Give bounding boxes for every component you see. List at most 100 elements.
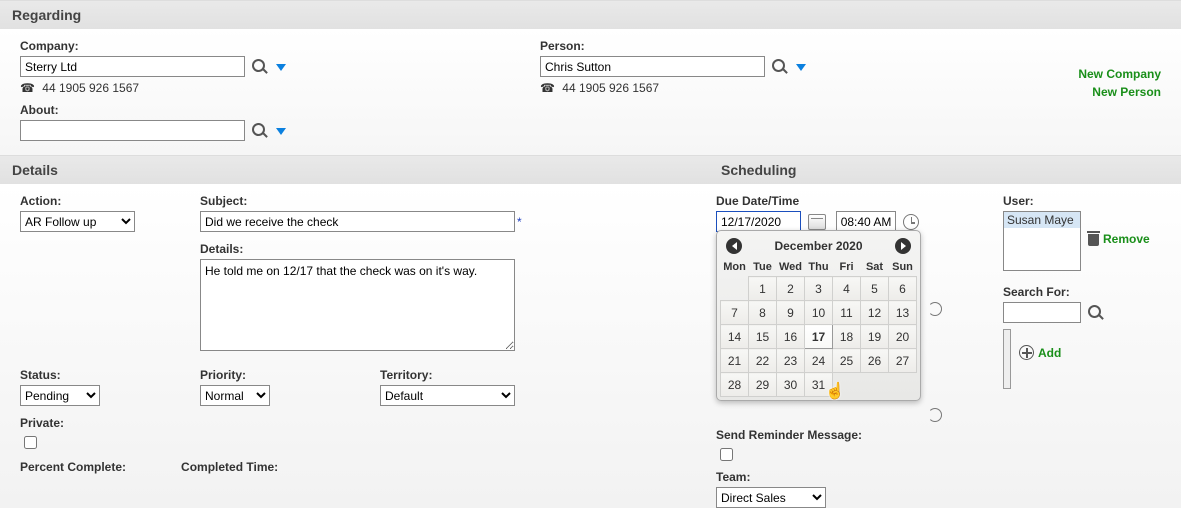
team-select[interactable]: Direct Sales [716, 487, 826, 508]
calendar-day[interactable]: 20 [889, 325, 917, 349]
company-label: Company: [20, 39, 320, 53]
company-input[interactable] [20, 56, 245, 77]
chevron-down-icon[interactable] [276, 64, 286, 71]
person-phone: 44 1905 926 1567 [562, 81, 659, 95]
search-icon[interactable] [1088, 305, 1104, 321]
calendar-day[interactable]: 22 [749, 349, 777, 373]
new-person-link[interactable]: New Person [1078, 85, 1161, 99]
priority-select[interactable]: Normal [200, 385, 270, 406]
percent-label: Percent Complete: [20, 460, 126, 474]
private-label: Private: [20, 416, 696, 430]
prev-month-button[interactable] [726, 238, 742, 254]
calendar-dow: Wed [777, 258, 805, 277]
user-listbox[interactable]: Susan Maye [1003, 211, 1081, 271]
chevron-down-icon[interactable] [276, 128, 286, 135]
due-time-input[interactable] [836, 211, 896, 232]
priority-label: Priority: [200, 368, 350, 382]
scheduling-header: Scheduling [709, 155, 1181, 184]
calendar-day[interactable]: 11 [833, 301, 861, 325]
calendar-day[interactable]: 4 [833, 277, 861, 301]
reminder-checkbox[interactable] [720, 448, 733, 461]
calendar-empty [889, 373, 917, 397]
company-phone: 44 1905 926 1567 [42, 81, 139, 95]
calendar-day[interactable]: 6 [889, 277, 917, 301]
calendar-day[interactable]: 10 [805, 301, 833, 325]
recurrence-icon[interactable] [928, 302, 944, 318]
calendar-day[interactable]: 30 [777, 373, 805, 397]
new-company-link[interactable]: New Company [1078, 67, 1161, 81]
calendar-day[interactable]: 23 [777, 349, 805, 373]
chevron-down-icon[interactable] [796, 64, 806, 71]
add-link[interactable]: Add [1038, 346, 1061, 360]
recurrence-icon[interactable] [928, 408, 944, 424]
calendar-empty [721, 277, 749, 301]
details-label: Details: [200, 242, 696, 256]
calendar-day[interactable]: 14 [721, 325, 749, 349]
calendar-day[interactable]: 3 [805, 277, 833, 301]
calendar-day[interactable]: 15 [749, 325, 777, 349]
scheduling-body: Due Date/Time December 2020 MonTueWedThu… [716, 184, 1181, 508]
calendar-day[interactable]: 19 [861, 325, 889, 349]
calendar-day[interactable]: 7 [721, 301, 749, 325]
calendar-icon[interactable] [808, 214, 826, 230]
reminder-label: Send Reminder Message: [716, 428, 991, 442]
due-label: Due Date/Time [716, 194, 991, 208]
action-select[interactable]: AR Follow up [20, 211, 135, 232]
search-icon[interactable] [252, 59, 268, 75]
due-date-input[interactable] [716, 211, 801, 232]
completed-label: Completed Time: [181, 460, 278, 474]
details-body: Action: AR Follow up Subject: * Details:… [0, 184, 716, 508]
status-select[interactable]: Pending [20, 385, 100, 406]
subject-input[interactable] [200, 211, 515, 232]
territory-select[interactable]: Default [380, 385, 515, 406]
calendar-day[interactable]: 25 [833, 349, 861, 373]
private-checkbox[interactable] [24, 436, 37, 449]
calendar-day[interactable]: 1 [749, 277, 777, 301]
calendar-day[interactable]: 8 [749, 301, 777, 325]
search-for-input[interactable] [1003, 302, 1081, 323]
calendar-dow: Tue [749, 258, 777, 277]
calendar-day[interactable]: 5 [861, 277, 889, 301]
calendar-day[interactable]: 26 [861, 349, 889, 373]
calendar-day[interactable]: 24 [805, 349, 833, 373]
remove-link[interactable]: Remove [1103, 232, 1150, 246]
next-month-button[interactable] [895, 238, 911, 254]
calendar-day[interactable]: 31 [805, 373, 833, 397]
calendar-day[interactable]: 16 [777, 325, 805, 349]
territory-label: Territory: [380, 368, 515, 382]
person-input[interactable] [540, 56, 765, 77]
trash-icon[interactable] [1087, 231, 1100, 246]
calendar-dow: Fri [833, 258, 861, 277]
search-results-scroll[interactable] [1003, 329, 1011, 389]
subject-label: Subject: [200, 194, 696, 208]
user-list-item[interactable]: Susan Maye [1004, 212, 1080, 228]
search-icon[interactable] [252, 123, 268, 139]
regarding-body: Company: ☎ 44 1905 926 1567 About: Perso… [0, 29, 1181, 155]
about-input[interactable] [20, 120, 245, 141]
calendar-dow: Thu [805, 258, 833, 277]
calendar-dow: Sun [889, 258, 917, 277]
required-star: * [517, 215, 522, 229]
details-textarea[interactable]: He told me on 12/17 that the check was o… [200, 259, 515, 351]
clock-icon[interactable] [903, 214, 919, 230]
plus-icon[interactable] [1019, 345, 1034, 360]
calendar-day[interactable]: 17 [805, 325, 833, 349]
status-label: Status: [20, 368, 170, 382]
search-icon[interactable] [772, 59, 788, 75]
calendar-day[interactable]: 21 [721, 349, 749, 373]
user-label: User: [1003, 194, 1173, 208]
calendar-title: December 2020 [774, 239, 862, 253]
phone-icon: ☎ [20, 81, 35, 95]
calendar-day[interactable]: 9 [777, 301, 805, 325]
person-label: Person: [540, 39, 840, 53]
calendar-day[interactable]: 2 [777, 277, 805, 301]
calendar-day[interactable]: 28 [721, 373, 749, 397]
details-header: Details [0, 155, 709, 184]
calendar-day[interactable]: 29 [749, 373, 777, 397]
date-picker-popup: December 2020 MonTueWedThuFriSatSun 1234… [716, 230, 921, 401]
calendar-day[interactable]: 18 [833, 325, 861, 349]
calendar-day[interactable]: 12 [861, 301, 889, 325]
calendar-day[interactable]: 27 [889, 349, 917, 373]
calendar-day[interactable]: 13 [889, 301, 917, 325]
calendar-dow: Mon [721, 258, 749, 277]
